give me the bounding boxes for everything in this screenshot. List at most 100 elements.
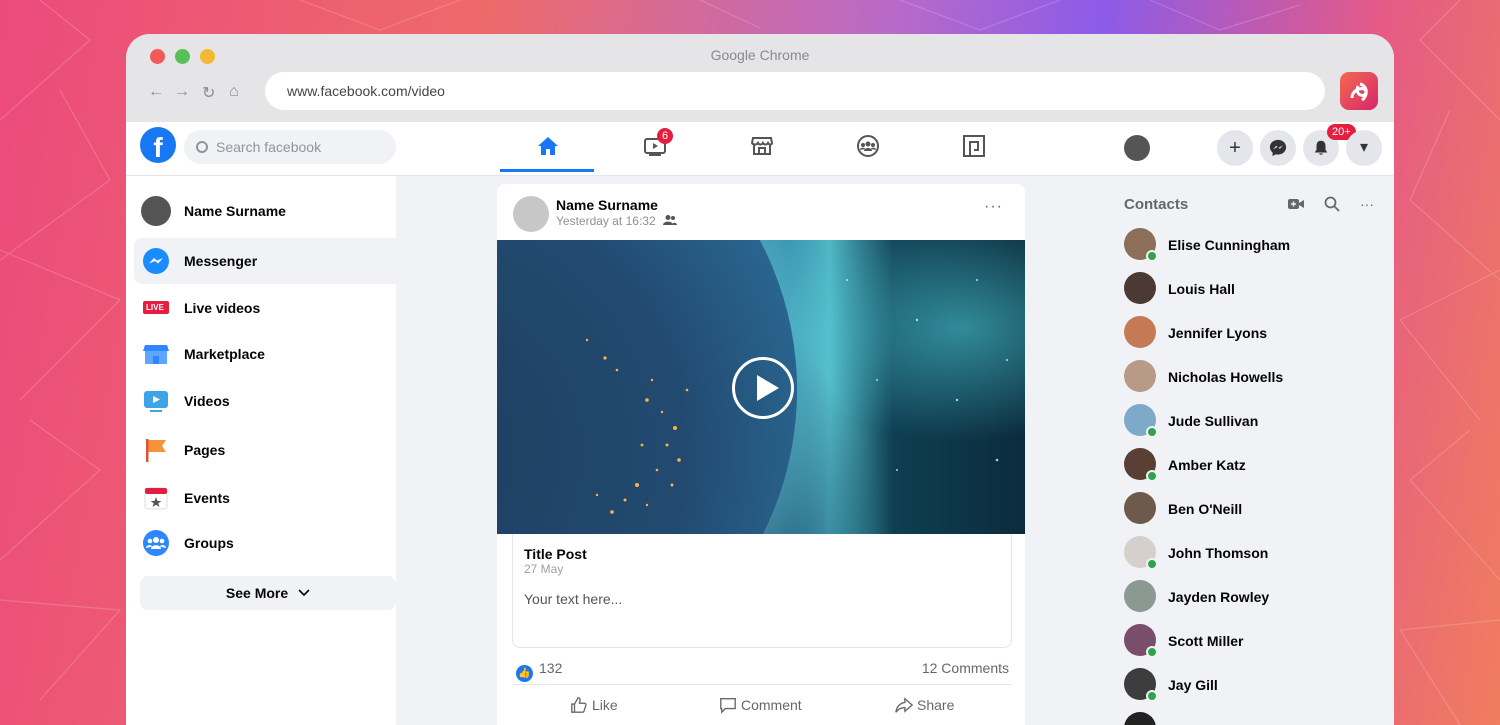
likes-number: 132 bbox=[539, 660, 563, 676]
forward-arrow-icon[interactable]: → bbox=[174, 83, 190, 101]
post-time-text: Yesterday at 16:32 bbox=[556, 214, 656, 228]
contact-name: Ben O'Neill bbox=[1168, 501, 1243, 517]
avatar bbox=[1124, 492, 1156, 524]
contact-item[interactable]: Nicholas Howells bbox=[1124, 356, 1384, 396]
messenger-icon bbox=[1269, 139, 1287, 157]
sidebar-item-pages[interactable]: Pages bbox=[134, 427, 396, 473]
groups-icon bbox=[143, 530, 169, 556]
see-more-button[interactable]: See More bbox=[140, 576, 396, 610]
browser-toolbar: Google Chrome ← → ↻ ⌂ www.facebook.com/v… bbox=[126, 34, 1394, 122]
comment-button[interactable]: Comment bbox=[719, 696, 802, 714]
contacts-options-button[interactable]: ··· bbox=[1360, 196, 1374, 212]
contact-item[interactable]: Jude Sullivan bbox=[1124, 400, 1384, 440]
messenger-button[interactable] bbox=[1260, 130, 1296, 166]
sidebar-item-messenger[interactable]: Messenger bbox=[134, 238, 396, 284]
contact-item[interactable]: Elise Cunningham bbox=[1124, 224, 1384, 264]
friends-audience-icon bbox=[662, 215, 677, 225]
reload-icon[interactable]: ↻ bbox=[202, 83, 215, 103]
sidebar-item-label: Events bbox=[184, 490, 230, 506]
avatar bbox=[141, 196, 171, 226]
contact-item[interactable]: Jennifer Lyons bbox=[1124, 312, 1384, 352]
browser-title: Google Chrome bbox=[710, 47, 810, 63]
sidebar-item-profile[interactable]: Name Surname bbox=[134, 188, 396, 234]
sidebar-item-label: Groups bbox=[184, 535, 234, 551]
comment-label: Comment bbox=[741, 697, 802, 713]
tab-home[interactable] bbox=[500, 124, 594, 172]
post-text: Your text here... bbox=[524, 591, 623, 607]
tab-gaming[interactable] bbox=[926, 124, 1020, 172]
sidebar-item-live-videos[interactable]: LIVE Live videos bbox=[134, 285, 396, 331]
calendar-icon bbox=[144, 487, 168, 510]
tab-watch[interactable]: 6 bbox=[607, 124, 701, 172]
online-indicator bbox=[1146, 470, 1158, 482]
tab-groups[interactable] bbox=[820, 124, 914, 172]
tab-marketplace[interactable] bbox=[714, 124, 808, 172]
back-arrow-icon[interactable]: ← bbox=[148, 83, 164, 101]
contact-item[interactable]: Jayden Rowley bbox=[1124, 576, 1384, 616]
video-icon bbox=[144, 391, 168, 412]
contact-item[interactable]: Scott Miller bbox=[1124, 620, 1384, 660]
address-bar[interactable]: www.facebook.com/video bbox=[265, 72, 1325, 110]
video-player[interactable] bbox=[497, 240, 1025, 534]
see-more-label: See More bbox=[225, 585, 289, 601]
sidebar-item-label: Live videos bbox=[184, 300, 261, 316]
contact-item[interactable]: John Thomson bbox=[1124, 532, 1384, 572]
sidebar-item-groups[interactable]: Groups bbox=[134, 520, 396, 566]
contact-name: John Thomson bbox=[1168, 545, 1269, 561]
thumbs-up-icon bbox=[571, 697, 587, 713]
marketplace-icon bbox=[750, 137, 774, 155]
search-icon[interactable] bbox=[1324, 196, 1340, 212]
post-timestamp[interactable]: Yesterday at 16:32 bbox=[556, 214, 677, 228]
facebook-logo[interactable]: f bbox=[140, 127, 176, 163]
post-author-avatar[interactable] bbox=[513, 196, 549, 232]
like-button[interactable]: Like bbox=[570, 696, 618, 714]
watch-badge: 6 bbox=[657, 128, 674, 144]
facebook-header: f Search facebook 6 + 20+ ▾ bbox=[126, 122, 1394, 176]
sidebar-item-label: Videos bbox=[184, 393, 230, 409]
share-button[interactable]: Share bbox=[895, 696, 954, 714]
online-indicator bbox=[1146, 646, 1158, 658]
contact-item[interactable]: Amber Katz bbox=[1124, 444, 1384, 484]
post-actions: Like Comment Share bbox=[512, 684, 1012, 724]
account-menu-button[interactable]: ▾ bbox=[1346, 130, 1382, 166]
contact-item[interactable] bbox=[1124, 708, 1384, 725]
reactions-count[interactable]: 👍 132 bbox=[516, 660, 562, 682]
share-icon bbox=[895, 697, 914, 713]
left-sidebar: Name Surname Messenger LIVE Live videos … bbox=[126, 176, 396, 725]
contact-item[interactable]: Ben O'Neill bbox=[1124, 488, 1384, 528]
profile-avatar[interactable] bbox=[1124, 135, 1150, 161]
post-options-button[interactable]: ··· bbox=[984, 198, 1003, 216]
play-button[interactable] bbox=[732, 357, 794, 419]
search-input[interactable]: Search facebook bbox=[184, 130, 396, 164]
sidebar-item-label: Pages bbox=[184, 442, 226, 458]
online-indicator bbox=[1146, 426, 1158, 438]
post-link-card[interactable]: Title Post 27 May Your text here... bbox=[512, 534, 1012, 648]
comment-icon bbox=[720, 698, 736, 714]
home-icon bbox=[538, 137, 558, 155]
notifications-button[interactable]: 20+ bbox=[1303, 124, 1356, 166]
online-indicator bbox=[1146, 690, 1158, 702]
post-author-name[interactable]: Name Surname bbox=[556, 197, 658, 213]
comments-count[interactable]: 12 Comments bbox=[922, 660, 1009, 676]
home-icon[interactable]: ⌂ bbox=[229, 83, 239, 101]
sidebar-item-marketplace[interactable]: Marketplace bbox=[134, 331, 396, 377]
bell-icon bbox=[1314, 140, 1328, 155]
post-date: 27 May bbox=[524, 562, 564, 576]
sidebar-item-videos[interactable]: Videos bbox=[134, 378, 396, 424]
contact-name: Nicholas Howells bbox=[1168, 369, 1284, 385]
contacts-title: Contacts bbox=[1124, 196, 1189, 213]
live-icon-label: LIVE bbox=[146, 303, 164, 312]
contact-name: Jayden Rowley bbox=[1168, 589, 1270, 605]
online-indicator bbox=[1146, 558, 1158, 570]
contact-item[interactable]: Jay Gill bbox=[1124, 664, 1384, 704]
search-icon bbox=[196, 141, 208, 153]
contacts-tools: ··· bbox=[1288, 196, 1374, 212]
contact-item[interactable]: Louis Hall bbox=[1124, 268, 1384, 308]
contact-name: Amber Katz bbox=[1168, 457, 1246, 473]
new-room-icon[interactable] bbox=[1288, 197, 1305, 211]
create-button[interactable]: + bbox=[1217, 130, 1253, 166]
share-label: Share bbox=[917, 697, 955, 713]
extension-icon[interactable] bbox=[1340, 72, 1378, 110]
sidebar-item-events[interactable]: Events bbox=[134, 475, 396, 521]
flag-icon bbox=[146, 439, 166, 462]
